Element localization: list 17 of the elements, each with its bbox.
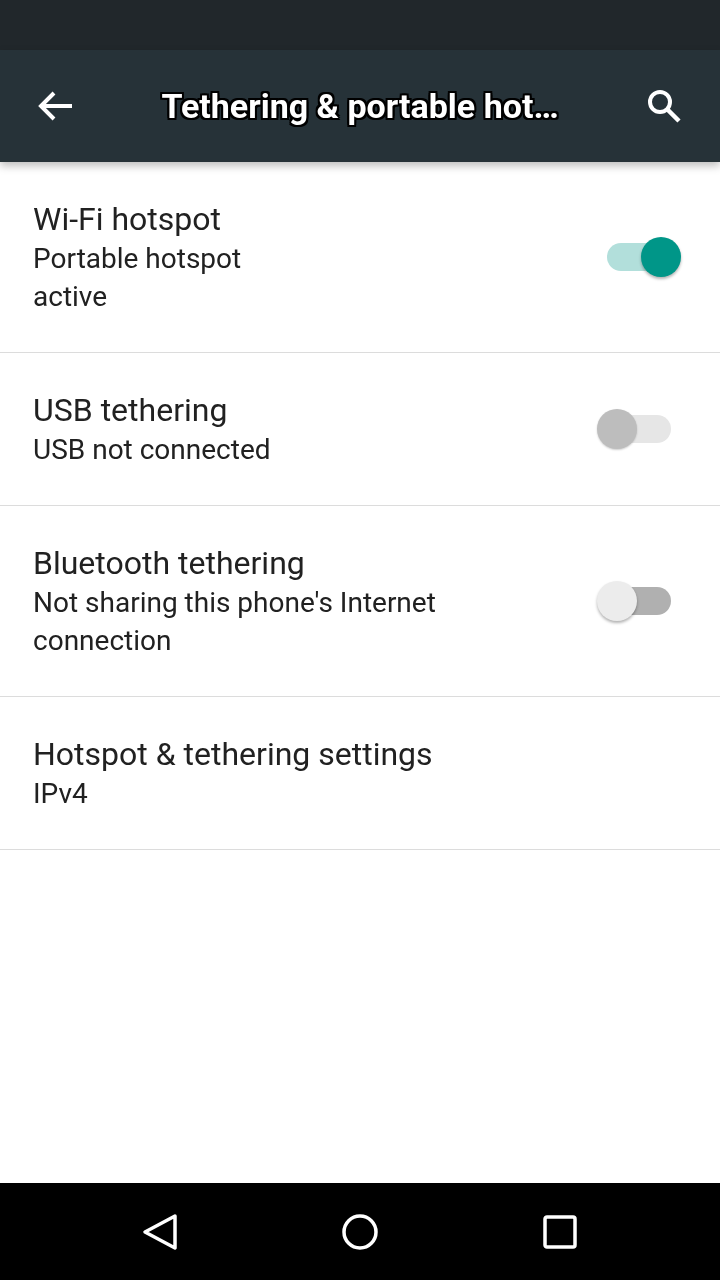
square-icon (543, 1214, 577, 1249)
setting-summary: Portable hotspot active (33, 241, 242, 315)
screen-title: Tethering & portable hot… (160, 86, 560, 126)
back-arrow-icon (38, 90, 74, 122)
triangle-icon (142, 1212, 178, 1251)
setting-summary: Not sharing this phone's Internet connection (33, 585, 437, 659)
setting-row[interactable]: Wi-Fi hotspot Portable hotspot active (0, 162, 720, 353)
setting-title: Bluetooth tethering (33, 543, 305, 584)
setting-summary: USB not connected (33, 432, 271, 468)
setting-row[interactable]: Hotspot & tethering settings IPv4 (0, 697, 720, 850)
setting-row[interactable]: Bluetooth tethering Not sharing this phone's Internet connection (0, 506, 720, 697)
search-icon (646, 88, 682, 124)
setting-title: USB tethering (33, 390, 228, 431)
setting-summary: IPv4 (33, 776, 88, 812)
circle-icon (341, 1212, 379, 1251)
setting-title: Wi-Fi hotspot (33, 199, 221, 240)
setting-title: Hotspot & tethering settings (33, 734, 433, 775)
